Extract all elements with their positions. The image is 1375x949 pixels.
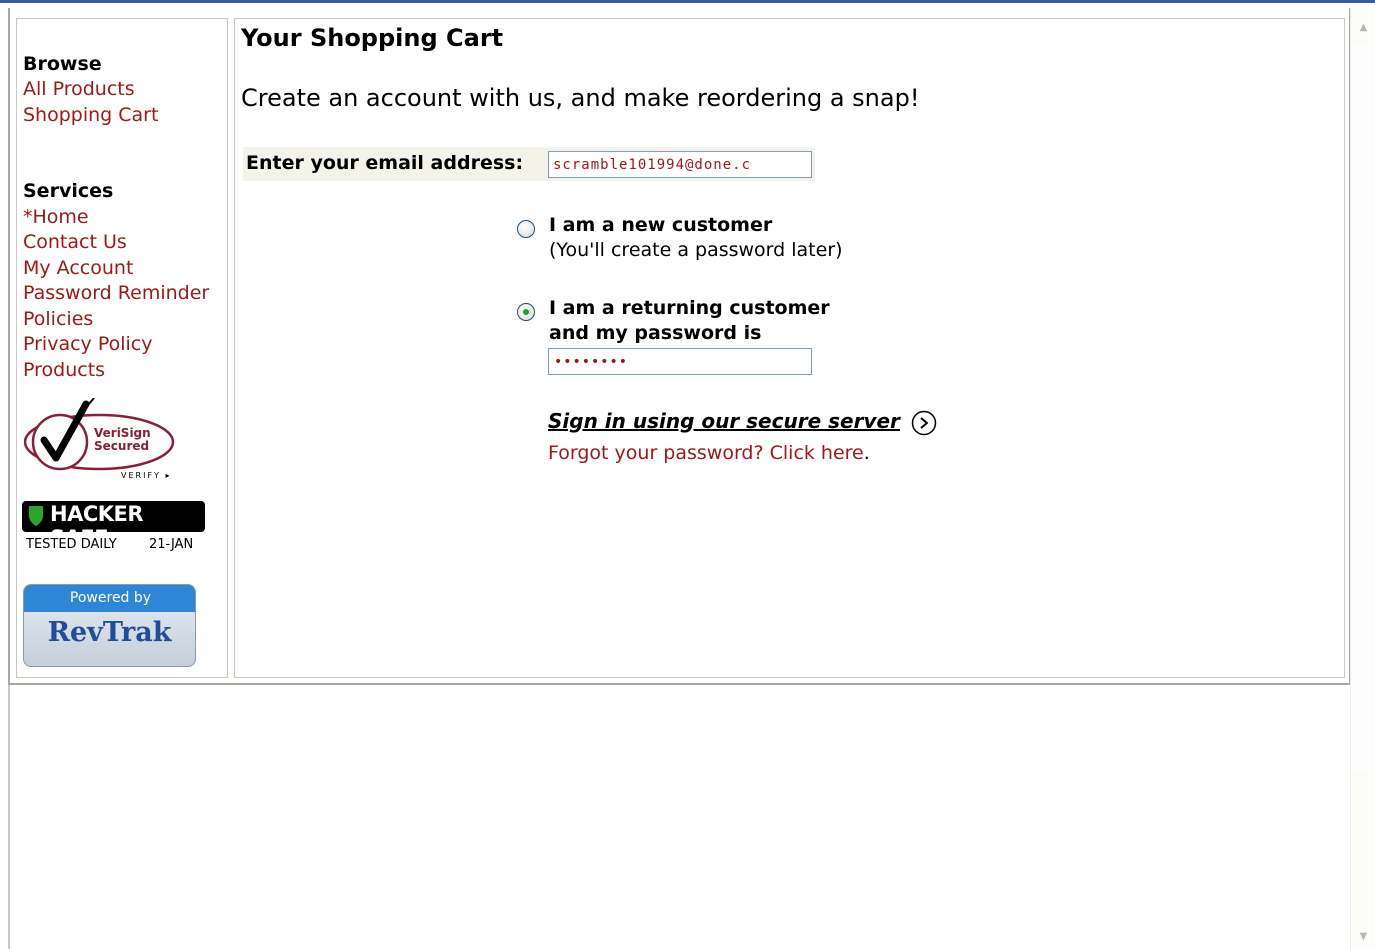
forgot-password-line: Forgot your password? Click here. xyxy=(548,442,870,464)
returning-customer-label: I am a returning customer xyxy=(549,297,830,319)
returning-customer-radio[interactable] xyxy=(517,303,535,321)
verisign-secured-badge[interactable]: VeriSign Secured VERIFY ▸ xyxy=(23,397,184,484)
sign-in-secure-link[interactable]: Sign in using our secure server xyxy=(548,409,900,433)
page-title: Your Shopping Cart xyxy=(241,24,504,52)
services-heading: Services xyxy=(23,180,114,202)
sidebar-link-password-reminder[interactable]: Password Reminder xyxy=(23,282,209,304)
sidebar-link-privacy-policy[interactable]: Privacy Policy xyxy=(23,333,152,355)
hacker-safe-tested-label: TESTED DAILY xyxy=(26,537,117,552)
sidebar-link-shopping-cart[interactable]: Shopping Cart xyxy=(23,104,158,126)
email-field[interactable] xyxy=(548,151,812,178)
verisign-label: VeriSign Secured xyxy=(94,427,151,453)
scrollbar-thumb[interactable] xyxy=(1353,46,1372,771)
go-arrow-icon[interactable] xyxy=(911,410,937,436)
account-promo-text: Create an account with us, and make reor… xyxy=(241,84,920,112)
sidebar-link-policies[interactable]: Policies xyxy=(23,308,93,330)
powered-by-label: Powered by xyxy=(24,585,195,612)
scroll-up-arrow-icon[interactable]: ▲ xyxy=(1351,16,1375,38)
new-customer-sublabel: (You'll create a password later) xyxy=(549,239,843,261)
sidebar-link-contact-us[interactable]: Contact Us xyxy=(23,231,127,253)
hacker-safe-badge[interactable]: HACKER SAFE TESTED DAILY 21-JAN xyxy=(22,501,206,559)
page-frame-left-edge xyxy=(8,685,10,949)
sidebar-link-all-products[interactable]: All Products xyxy=(23,78,135,100)
new-customer-label: I am a new customer xyxy=(549,214,773,236)
vertical-scrollbar[interactable]: ▲ ▼ xyxy=(1350,8,1375,949)
sidebar-link-my-account[interactable]: My Account xyxy=(23,257,133,279)
verisign-label-line2: Secured xyxy=(94,439,150,453)
shield-icon xyxy=(29,506,43,526)
revtrak-badge[interactable]: Powered by RevTrak xyxy=(23,584,196,667)
scroll-down-arrow-icon[interactable]: ▼ xyxy=(1351,925,1375,947)
hacker-safe-date: 21-JAN xyxy=(149,537,194,552)
password-field[interactable] xyxy=(548,348,812,375)
hacker-safe-banner: HACKER SAFE xyxy=(22,501,205,550)
new-customer-radio[interactable] xyxy=(517,220,535,238)
forgot-password-link[interactable]: Forgot your password? Click here xyxy=(548,442,864,464)
sidebar-link-home[interactable]: *Home xyxy=(23,206,89,228)
browse-heading: Browse xyxy=(23,53,102,75)
email-label: Enter your email address: xyxy=(246,152,524,174)
sidebar-link-products[interactable]: Products xyxy=(23,359,105,381)
password-prompt-label: and my password is xyxy=(549,322,762,344)
revtrak-logo: RevTrak xyxy=(47,617,172,648)
verisign-verify-label: VERIFY ▸ xyxy=(121,471,172,480)
forgot-password-period: . xyxy=(863,442,870,464)
